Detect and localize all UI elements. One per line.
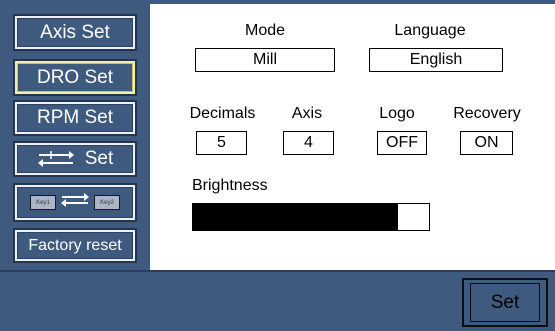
key-mapping-button[interactable]: Key1 Key2 (15, 185, 135, 220)
axis-set-label: Axis Set (40, 21, 110, 43)
set-button[interactable]: Set (462, 278, 548, 327)
io-set-label: Set (84, 148, 114, 169)
recovery-value: ON (474, 134, 499, 151)
recovery-field[interactable]: ON (460, 131, 513, 155)
key1-icon: Key1 (30, 195, 56, 210)
language-field[interactable]: English (369, 48, 503, 72)
rpm-set-label: RPM Set (36, 107, 114, 128)
recovery-label: Recovery (453, 105, 521, 122)
set-button-label: Set (490, 291, 520, 313)
mode-field[interactable]: Mill (195, 48, 335, 72)
dro-set-button[interactable]: DRO Set (15, 61, 135, 94)
brightness-slider[interactable] (192, 203, 430, 231)
logo-label: Logo (379, 105, 415, 122)
dro-set-label: DRO Set (36, 66, 114, 88)
mode-value: Mill (253, 51, 277, 68)
language-value: English (409, 51, 463, 68)
key2-text: Key2 (100, 199, 114, 206)
logo-value: OFF (386, 134, 418, 151)
divider (0, 270, 555, 272)
factory-reset-button[interactable]: Factory reset (15, 230, 135, 261)
decimals-label: Decimals (189, 105, 256, 122)
axis-set-button[interactable]: Axis Set (15, 16, 135, 49)
key-swap-icon (60, 192, 90, 214)
key2-icon: Key2 (94, 195, 120, 210)
factory-reset-label: Factory reset (28, 236, 122, 254)
brightness-level-fill (193, 204, 399, 230)
brightness-label: Brightness (192, 177, 268, 194)
decimals-value: 5 (217, 134, 226, 151)
axis-value: 4 (304, 134, 313, 151)
mode-label: Mode (244, 22, 286, 39)
set-button-face: Set (470, 283, 540, 322)
logo-field[interactable]: OFF (377, 131, 427, 155)
axis-label: Axis (291, 105, 323, 122)
axis-field[interactable]: 4 (283, 131, 334, 155)
swap-arrows-icon (37, 149, 75, 169)
rpm-set-button[interactable]: RPM Set (15, 102, 135, 134)
language-label: Language (394, 22, 466, 39)
decimals-field[interactable]: 5 (196, 131, 247, 155)
dro-settings-panel: Mode Mill Language English Decimals 5 Ax… (150, 4, 555, 270)
io-set-button[interactable]: Set (15, 143, 135, 175)
key1-text: Key1 (36, 199, 50, 206)
sidebar: Axis Set DRO Set RPM Set Set Key1 Key2 F… (0, 0, 147, 270)
